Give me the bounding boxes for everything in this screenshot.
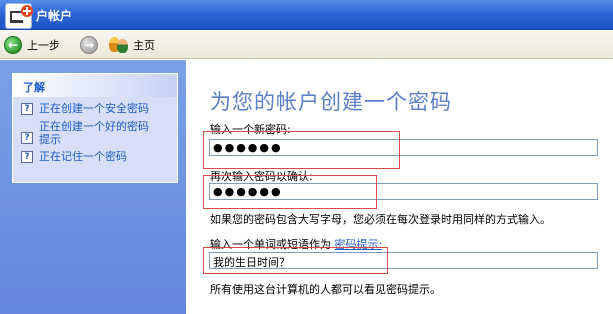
help-icon: ?	[21, 103, 33, 115]
forward-arrow-icon: →	[80, 36, 98, 54]
highlight-box-confirm-password	[203, 175, 377, 209]
page-title: 为您的帐户创建一个密码	[210, 90, 452, 114]
help-icon: ?	[21, 132, 33, 144]
home-button[interactable]: 主页	[108, 35, 155, 55]
learn-item-password-hint[interactable]: ? 正在创建一个好的密码提示	[21, 120, 157, 146]
user-accounts-icon	[5, 3, 33, 29]
back-button[interactable]: ← 上一步	[4, 35, 60, 55]
help-icon: ?	[21, 151, 33, 163]
highlight-box-password-hint	[203, 247, 388, 274]
learn-item-label: 正在创建一个安全密码	[39, 102, 149, 115]
users-icon	[108, 36, 130, 54]
hint-visibility-note: 所有使用这台计算机的人都可以看见密码提示。	[210, 283, 441, 296]
back-button-label: 上一步	[27, 39, 60, 52]
learn-about-header: 了解	[13, 74, 177, 97]
window-title: 户帐户	[36, 9, 73, 23]
highlight-box-new-password	[203, 131, 400, 169]
home-button-label: 主页	[133, 39, 155, 52]
learn-about-panel: 了解 ? 正在创建一个安全密码 ? 正在创建一个好的密码提示 ? 正在记住一个密…	[12, 73, 178, 183]
back-arrow-icon: ←	[4, 36, 22, 54]
forward-button[interactable]: →	[80, 35, 98, 55]
learn-item-label: 正在创建一个好的密码提示	[39, 120, 149, 146]
caps-lock-note: 如果您的密码包含大写字母，您必须在每次登录时用同样的方式输入。	[210, 213, 551, 226]
task-pane: 了解 ? 正在创建一个安全密码 ? 正在创建一个好的密码提示 ? 正在记住一个密…	[0, 60, 186, 314]
navigation-bar: ← 上一步 → 主页	[0, 31, 613, 59]
learn-item-remember-password[interactable]: ? 正在记住一个密码	[21, 150, 169, 163]
learn-item-secure-password[interactable]: ? 正在创建一个安全密码	[21, 102, 169, 115]
title-bar: 户帐户	[0, 0, 613, 30]
learn-item-label: 正在记住一个密码	[39, 150, 127, 163]
